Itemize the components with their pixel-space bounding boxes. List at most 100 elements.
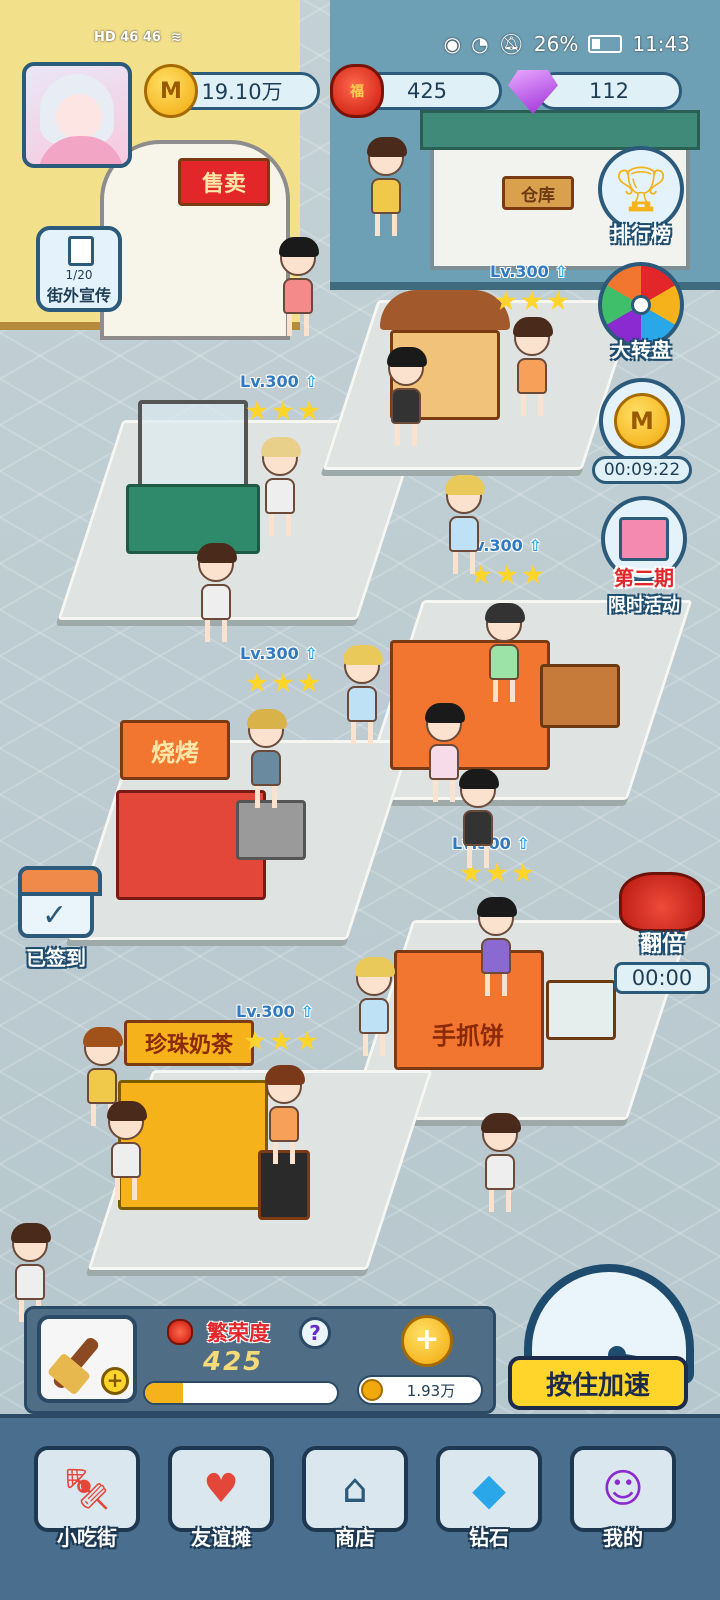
vendor (484, 603, 525, 702)
clean-button[interactable]: + (37, 1315, 137, 1403)
gift-icon (619, 517, 669, 561)
nav-store[interactable]: ⌂ 商店 (302, 1446, 408, 1550)
document-icon (68, 236, 94, 266)
star-icon (495, 290, 517, 311)
gem-value: 112 (588, 79, 630, 103)
player-avatar[interactable] (22, 62, 132, 168)
customer (458, 769, 499, 868)
star-icon (246, 400, 268, 421)
milktea-sign: 珍珠奶茶 (124, 1020, 254, 1066)
star-icon (512, 862, 534, 883)
stall-stars (246, 400, 320, 422)
nav-label: 小吃街 (57, 1526, 117, 1550)
customer (196, 543, 237, 642)
customer (366, 137, 407, 236)
mute-icon: 🔕︎ (498, 32, 524, 56)
hold-speed-button[interactable]: 按住加速 (508, 1356, 688, 1410)
add-coin-button[interactable]: + (401, 1315, 453, 1367)
customer (106, 1101, 147, 1200)
store-icon: ⌂ (342, 1466, 368, 1512)
prosperity-label: 繁荣度 (207, 1321, 270, 1345)
star-icon (270, 1030, 292, 1051)
battery-percent: 26% (533, 32, 579, 56)
stall-level: Lv.300 ⇧ (240, 644, 318, 663)
event-label-line1: 第二期 (614, 566, 674, 590)
star-icon (296, 1030, 318, 1051)
nav-profile[interactable]: ☺ 我的 (570, 1446, 676, 1550)
star-icon (246, 672, 268, 693)
star-icon (521, 290, 543, 311)
vendor (260, 437, 301, 536)
promo-label: 街外宣传 (46, 286, 111, 305)
street-promo-button[interactable]: 1/20 街外宣传 (36, 226, 122, 312)
gem-counter[interactable]: 112 (536, 72, 682, 110)
leaderboard-button[interactable]: 🏆︎ 排行榜 (598, 146, 684, 247)
stall-candied-hawthorn[interactable] (126, 400, 266, 570)
prosperity-progress (143, 1381, 339, 1405)
shop-sign: 售卖 (178, 158, 270, 206)
stall-level: Lv.300 ⇧ (490, 262, 568, 281)
customer (278, 237, 319, 336)
clock: 11:43 (632, 32, 690, 56)
customer (386, 347, 427, 446)
bottom-nav: 🍢︎ 小吃街 ♥ 友谊摊 ⌂ 商店 ◆ 钻石 ☺ 我的 (0, 1414, 720, 1600)
star-icon (298, 672, 320, 693)
vendor (512, 317, 553, 416)
vendor (476, 897, 517, 996)
promo-count: 1/20 (65, 268, 93, 282)
nav-label: 钻石 (469, 1526, 509, 1550)
signin-button[interactable]: ✓ 已签到 (10, 866, 102, 971)
star-icon (522, 564, 544, 585)
lantern-icon: 福 (330, 64, 384, 118)
nav-friend-stall[interactable]: ♥ 友谊摊 (168, 1446, 274, 1550)
pancake-sign: 手抓饼 (432, 1021, 504, 1050)
battery-icon (588, 35, 623, 53)
wheel-label: 大转盘 (611, 338, 671, 362)
star-icon (298, 400, 320, 421)
signin-label: 已签到 (26, 946, 86, 970)
alarm-icon: ◔ (471, 32, 489, 56)
heart-shop-icon: ♥ (203, 1466, 239, 1512)
calendar-icon: ✓ (18, 866, 102, 938)
skewer-sign: 烧烤 (120, 720, 230, 780)
coin-icon (361, 1379, 383, 1401)
limited-event-button[interactable]: 第二期 限时活动 (594, 496, 694, 617)
earnings-value: 1.93万 (406, 1381, 456, 1400)
customer (480, 1113, 521, 1212)
lantern-icon (167, 1319, 193, 1345)
customer (342, 645, 383, 744)
speed-up-widget[interactable]: 按住加速 (508, 1260, 708, 1420)
plus-icon: + (101, 1367, 129, 1395)
lantern-value: 425 (406, 79, 448, 103)
double-reward-button[interactable]: 翻倍 00:00 (612, 872, 712, 994)
double-label: 翻倍 (639, 932, 684, 957)
vendor (264, 1065, 305, 1164)
nav-label: 商店 (335, 1526, 375, 1550)
skewer-icon: 🍢︎ (61, 1466, 113, 1513)
wheel-icon (631, 295, 651, 315)
earnings-pill: 1.93万 (357, 1375, 483, 1405)
coin-bonus-button[interactable]: M 00:09:22 (592, 378, 692, 484)
customer (354, 957, 395, 1056)
help-icon[interactable]: ? (299, 1317, 331, 1349)
nav-diamond[interactable]: ◆ 钻石 (436, 1446, 542, 1550)
stall-skewer[interactable]: 烧烤 (116, 720, 316, 920)
nav-label: 友谊摊 (191, 1526, 251, 1550)
profile-icon: ☺ (602, 1466, 644, 1512)
nav-snack-street[interactable]: 🍢︎ 小吃街 (34, 1446, 140, 1550)
coin-bonus-timer: 00:09:22 (592, 456, 692, 484)
double-timer: 00:00 (614, 962, 710, 994)
stall-level: Lv.300 ⇧ (236, 1002, 314, 1021)
event-label-line2: 限时活动 (608, 595, 680, 616)
nav-label: 我的 (603, 1526, 643, 1550)
stall-stars (244, 1030, 318, 1052)
warehouse-sign: 仓库 (502, 176, 574, 210)
prosperity-value: 425 (203, 1347, 264, 1377)
diamond-icon: ◆ (472, 1463, 506, 1515)
stall-stars (246, 672, 320, 694)
star-icon (244, 1030, 266, 1051)
coin-value: 19.10万 (201, 80, 283, 104)
stall-level: Lv.300 ⇧ (240, 372, 318, 391)
wheel-button[interactable]: 大转盘 (598, 262, 684, 363)
star-icon (496, 564, 518, 585)
